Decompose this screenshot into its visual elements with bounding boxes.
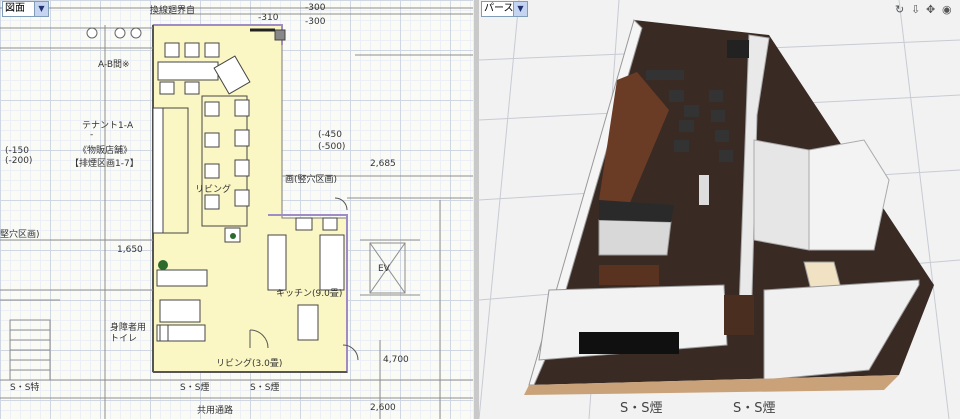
fire-zone-label: 【排煙区画1-7】	[70, 159, 139, 169]
living1-label: リビング	[195, 185, 232, 195]
perspective-drawing	[479, 0, 960, 419]
ss1-label: S・S煙	[620, 401, 663, 416]
dim-300b: -300	[305, 17, 326, 27]
dim-2600: 2,600	[370, 403, 396, 413]
passage-label: 共用通路	[197, 406, 234, 416]
ss2-label: S・S煙	[733, 401, 776, 416]
dim-500: (-500)	[318, 142, 346, 152]
dim-2685: 2,685	[370, 159, 396, 169]
eye-icon[interactable]: ◉	[942, 3, 952, 16]
perspective-view[interactable]: パース ▼ ↻ ⇩ ✥ ◉ S・S煙 S・S煙	[479, 0, 960, 419]
shop-label: 《物販店舗》	[78, 146, 133, 156]
dim-300a: -300	[305, 3, 326, 13]
top-note: 換線廻界自	[150, 6, 196, 16]
right-view-selector-value: パース	[484, 3, 514, 14]
right-view-selector[interactable]: パース ▼	[481, 1, 528, 17]
floor-plan-view[interactable]: 図面 ▼ 換線廻界自 -310 -300 -300 A-B間※ テナント1-A …	[0, 0, 474, 419]
rotate-icon[interactable]: ↻	[895, 3, 904, 16]
pan-icon[interactable]: ✥	[926, 3, 935, 16]
chevron-down-icon[interactable]: ▼	[34, 2, 48, 16]
dim-310: -310	[258, 13, 279, 23]
room-ab-label: A-B間※	[98, 60, 130, 70]
dim-200: (-200)	[5, 156, 33, 166]
zone2-label: 画(竪穴区画)	[285, 175, 338, 185]
dim-150: (-150	[5, 146, 29, 156]
dim-450: (-450	[318, 130, 342, 140]
left-view-selector-value: 図面	[5, 3, 25, 14]
living2-label: リビング(3.0畳)	[216, 359, 283, 369]
dim-4700: 4,700	[383, 355, 409, 365]
ev-label: EV	[378, 264, 390, 274]
dim-1650: 1,650	[117, 245, 143, 255]
chevron-down-icon[interactable]: ▼	[513, 2, 527, 16]
kitchen-label: キッチン(9.0畳)	[276, 289, 343, 299]
ss1-label: S・S特	[10, 383, 40, 393]
ss2-label: S・S煙	[180, 383, 210, 393]
ss3-label: S・S煙	[250, 383, 280, 393]
move-down-icon[interactable]: ⇩	[911, 3, 920, 16]
left-view-selector[interactable]: 図面 ▼	[2, 1, 49, 17]
dash-label: -	[90, 130, 94, 140]
toilet-label: 身障者用 トイレ	[110, 323, 147, 344]
zone-label: 堅穴区画)	[0, 230, 40, 240]
